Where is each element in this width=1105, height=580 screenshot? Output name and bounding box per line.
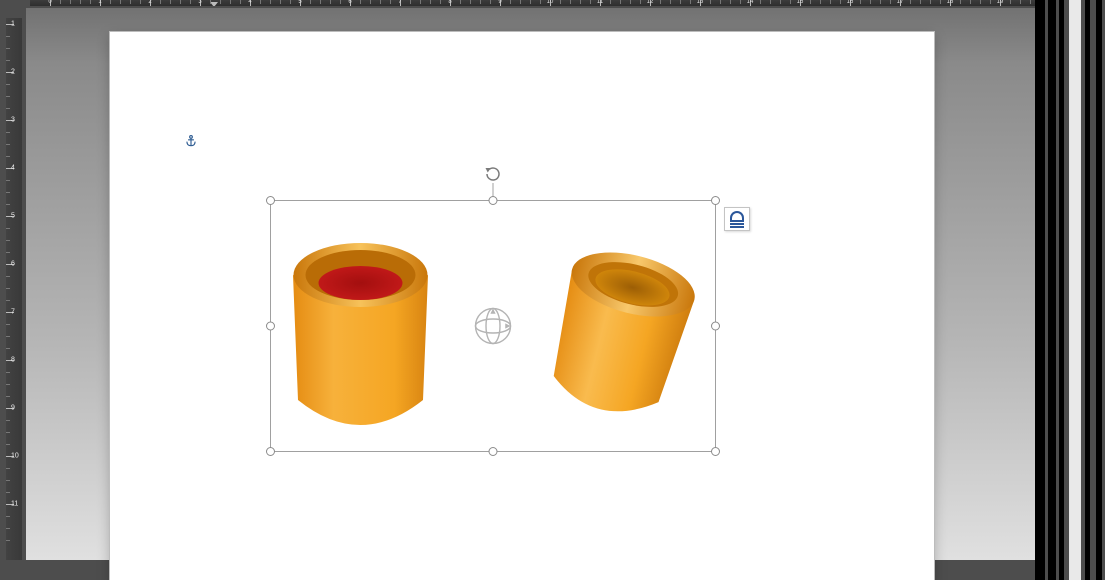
ruler-number: 3 bbox=[198, 0, 201, 5]
resize-handle-top-right[interactable] bbox=[711, 196, 720, 205]
ruler-number: 8 bbox=[448, 0, 451, 5]
rotate-connector bbox=[493, 183, 494, 197]
ruler-number: 13 bbox=[697, 0, 704, 5]
resize-handle-top-left[interactable] bbox=[266, 196, 275, 205]
resize-handle-middle-left[interactable] bbox=[266, 322, 275, 331]
document-workspace bbox=[26, 8, 1035, 560]
resize-handle-bottom-middle[interactable] bbox=[489, 447, 498, 456]
resize-handle-top-middle[interactable] bbox=[489, 196, 498, 205]
ruler-number: 10 bbox=[547, 0, 554, 5]
vertical-scrollbar[interactable] bbox=[1069, 0, 1080, 580]
right-bar bbox=[1059, 0, 1065, 580]
ruler-number: 14 bbox=[747, 0, 754, 5]
ruler-number: 16 bbox=[847, 0, 854, 5]
ruler-number: 4 bbox=[11, 165, 15, 172]
resize-handle-bottom-left[interactable] bbox=[266, 447, 275, 456]
right-bar bbox=[1085, 0, 1090, 580]
ruler-number: 9 bbox=[11, 405, 15, 412]
right-bar bbox=[1096, 0, 1102, 580]
rotate-handle-icon[interactable] bbox=[484, 165, 502, 183]
ruler-number: 11 bbox=[11, 501, 18, 508]
ruler-number: 8 bbox=[11, 357, 15, 364]
object-selection-frame[interactable] bbox=[270, 200, 716, 452]
model-shape-2[interactable] bbox=[526, 226, 716, 442]
layout-options-icon bbox=[730, 209, 744, 229]
right-bar bbox=[1035, 0, 1045, 580]
resize-handle-bottom-right[interactable] bbox=[711, 447, 720, 456]
anchor-icon bbox=[184, 134, 198, 148]
first-line-indent-marker[interactable] bbox=[210, 2, 218, 6]
layout-options-button[interactable] bbox=[724, 207, 750, 231]
ruler-number: 3 bbox=[11, 117, 15, 124]
resize-handle-middle-right[interactable] bbox=[711, 322, 720, 331]
vertical-ruler[interactable]: 1 2 3 4 5 6 7 8 9 10 11 bbox=[6, 18, 22, 560]
ruler-number: 7 bbox=[11, 309, 15, 316]
ruler-number: 18 bbox=[947, 0, 954, 5]
ruler-number: 15 bbox=[797, 0, 804, 5]
ruler-number: 6 bbox=[11, 261, 15, 268]
ruler-number: 1 bbox=[98, 0, 101, 5]
ruler-number: 4 bbox=[248, 0, 251, 5]
ruler-number: 1 bbox=[11, 21, 15, 28]
ruler-number: 2 bbox=[11, 69, 15, 76]
right-bar bbox=[1048, 0, 1056, 580]
page[interactable] bbox=[110, 32, 934, 580]
model-shape-1[interactable] bbox=[283, 225, 438, 440]
ruler-number: 17 bbox=[897, 0, 904, 5]
ruler-number: 11 bbox=[597, 0, 603, 5]
right-edge-panels bbox=[1035, 0, 1105, 580]
ruler-number: 6 bbox=[348, 0, 351, 5]
ruler-number: 10 bbox=[11, 453, 19, 460]
ruler-number: 5 bbox=[298, 0, 301, 5]
ruler-number: 5 bbox=[11, 213, 15, 220]
ruler-number: 2 bbox=[148, 0, 151, 5]
ruler-number: 7 bbox=[398, 0, 401, 5]
pan-3d-icon[interactable] bbox=[472, 305, 514, 347]
ruler-number: 19 bbox=[997, 0, 1004, 5]
ruler-number: 9 bbox=[498, 0, 501, 5]
ruler-number: 12 bbox=[647, 0, 654, 5]
ruler-number: 0 bbox=[48, 0, 51, 5]
horizontal-ruler[interactable]: 012345678910111213141516171819 bbox=[30, 0, 1035, 6]
